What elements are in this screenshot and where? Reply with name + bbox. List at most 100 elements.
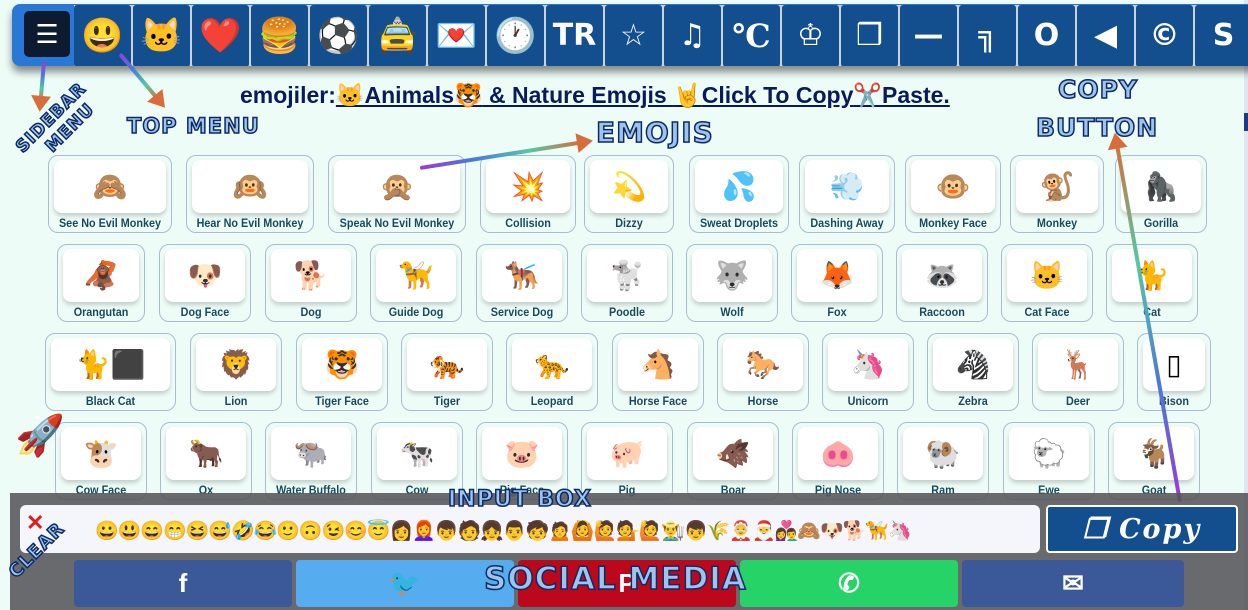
emoji-glyph[interactable]: 🦧 [63,249,139,302]
emoji-glyph[interactable]: 🙊 [334,160,460,213]
emoji-card[interactable]: 🐵 Monkey Face [905,155,1001,233]
emoji-card[interactable]: 🐕 Dog [265,244,357,322]
emoji-card[interactable]: 🐺 Wolf [686,244,778,322]
top-menu-item-box[interactable]: ❒ [841,5,898,66]
top-menu-item-objects[interactable]: 💌 [428,5,485,66]
emoji-glyph[interactable]: 💨 [805,160,889,213]
scrollbar-thumb[interactable] [1244,113,1248,131]
category-link[interactable]: 🐱Animals🐯 & Nature Emojis 🤘Click To Copy… [336,82,950,108]
emoji-card[interactable]: 🐎 Horse [717,333,809,411]
emoji-glyph[interactable]: 🐖 [587,427,667,480]
emoji-card[interactable]: 🐖 Pig [581,422,673,500]
top-menu-item-triangle[interactable]: ◀ [1077,5,1134,66]
share-email-button[interactable]: ✉ [962,560,1184,607]
emoji-glyph[interactable]: 🐗 [693,427,773,480]
top-menu-item-flags[interactable]: TR [546,5,603,66]
emoji-card[interactable]: 🦄 Unicorn [822,333,914,411]
emoji-card[interactable]: 🦌 Deer [1032,333,1124,411]
emoji-card[interactable]: 🐽 Pig Nose [792,422,884,500]
top-menu-item-food[interactable]: 🍔 [251,5,308,66]
share-twitter-button[interactable]: 🐦 [296,560,514,607]
top-menu-item-corner[interactable]: ╗ [959,5,1016,66]
emoji-glyph[interactable]: 🐐 [1114,427,1194,480]
top-menu-item-more[interactable]: S [1195,5,1248,66]
emoji-card[interactable]: 🐂 Ox [160,422,252,500]
emoji-card[interactable]: 🐏 Ram [897,422,989,500]
emoji-glyph[interactable]: 🐄 [377,427,457,480]
emoji-card[interactable]: 💦 Sweat Droplets [689,155,789,233]
emoji-glyph[interactable]: 🐱 [1007,249,1087,302]
emoji-card[interactable]: 🐃 Water Buffalo [265,422,357,500]
emoji-glyph[interactable]: 🐆 [512,338,592,391]
emoji-glyph[interactable]: 🐽 [798,427,878,480]
emoji-card[interactable]: 🦓 Zebra [927,333,1019,411]
emoji-glyph[interactable]: 🐺 [692,249,772,302]
emoji-glyph[interactable]: 🦍 [1121,160,1201,213]
top-menu-item-heart[interactable]: ❤️ [192,5,249,66]
emoji-glyph[interactable]: 🐃 [271,427,351,480]
emoji-card[interactable]: 🙊 Speak No Evil Monkey [328,155,466,233]
emoji-card[interactable]: 🐑 Ewe [1003,422,1095,500]
emoji-card[interactable]: 🐕‍🦺 Service Dog [476,244,568,322]
emoji-glyph[interactable]: 🙉 [192,160,308,213]
top-menu-item-celsius[interactable]: ℃ [723,5,780,66]
top-menu-item-clock[interactable]: 🕐 [487,5,544,66]
emoji-glyph[interactable]: 🐕‍🦺 [482,249,562,302]
emoji-card[interactable]: 🐅 Tiger [401,333,493,411]
emoji-card[interactable]: 🦮 Guide Dog [370,244,462,322]
emoji-glyph[interactable]: 💫 [590,160,668,213]
emoji-glyph[interactable]: 🐂 [166,427,246,480]
emoji-card[interactable]: 🐯 Tiger Face [296,333,388,411]
emoji-glyph[interactable]: 🐮 [61,427,141,480]
top-menu-item-chess[interactable]: ♔ [782,5,839,66]
emoji-input-value[interactable]: 😀😃😄😁😆😅🤣😂🙂🙃😉😊😇👩👩‍🦰👦🧑👧👨🧒🙍🙆🙋💁🙋👨‍🌾👦🌾🤶🎅👩‍❤️‍👨… [95,519,912,543]
emoji-card[interactable]: 🦁 Lion [190,333,282,411]
emoji-glyph[interactable]: 🦮 [376,249,456,302]
emoji-glyph[interactable]: 🐶 [165,249,245,302]
emoji-glyph[interactable]: 🦓 [933,338,1013,391]
top-menu-item-copyright[interactable]: © [1136,5,1193,66]
copy-button[interactable]: ❐ Copy [1046,505,1238,553]
emoji-card[interactable]: 🐱 Cat Face [1001,244,1093,322]
emoji-glyph[interactable]: 🐏 [903,427,983,480]
emoji-card[interactable]: 🐐 Goat [1108,422,1200,500]
emoji-glyph[interactable]: 🐈 [1112,249,1192,302]
emoji-card[interactable]: 🐆 Leopard [506,333,598,411]
emoji-glyph[interactable]: 🦊 [797,249,877,302]
emoji-card[interactable]: 🐈⬛ Black Cat [45,333,176,411]
emoji-glyph[interactable]: 🦄 [828,338,908,391]
emoji-glyph[interactable]: 🐎 [723,338,803,391]
emoji-card[interactable]: 🐶 Dog Face [159,244,251,322]
emoji-glyph[interactable]: 🐷 [482,427,562,480]
sidebar-menu-button[interactable]: ☰ [24,11,70,57]
scroll-top-rocket-icon[interactable]: 🚀 [15,412,65,459]
emoji-glyph[interactable]: 🦝 [902,249,982,302]
emoji-card[interactable]: 🙈 See No Evil Monkey [48,155,172,233]
emoji-glyph[interactable]: 🐯 [302,338,382,391]
top-menu-item-animals[interactable]: 🐱 [133,5,190,66]
share-whatsapp-button[interactable]: ✆ [740,560,958,607]
emoji-card[interactable]: ▯ Bison [1137,333,1211,411]
emoji-glyph[interactable]: 🐕 [271,249,351,302]
emoji-card[interactable]: 🙉 Hear No Evil Monkey [186,155,314,233]
emoji-card[interactable]: 💥 Collision [480,155,576,233]
emoji-card[interactable]: 🐈 Cat [1106,244,1198,322]
emoji-glyph[interactable]: 🐒 [1016,160,1098,213]
emoji-glyph[interactable]: 🐩 [587,249,667,302]
emoji-glyph[interactable]: 🐅 [407,338,487,391]
emoji-glyph[interactable]: 🐈⬛ [51,338,170,391]
emoji-glyph[interactable]: 🐴 [618,338,698,391]
emoji-card[interactable]: 🦊 Fox [791,244,883,322]
top-menu-item-line[interactable]: — [900,5,957,66]
emoji-card[interactable]: 🐗 Boar [687,422,779,500]
emoji-glyph[interactable]: 🦌 [1038,338,1118,391]
emoji-glyph[interactable]: 🐑 [1009,427,1089,480]
emoji-card[interactable]: 🦝 Raccoon [896,244,988,322]
top-menu-item-travel[interactable]: 🚖 [369,5,426,66]
top-menu-item-circle[interactable]: O [1018,5,1075,66]
emoji-card[interactable]: 🦧 Orangutan [57,244,145,322]
emoji-card[interactable]: 💫 Dizzy [584,155,674,233]
top-menu-item-activity[interactable]: ⚽ [310,5,367,66]
emoji-glyph[interactable]: 🙈 [54,160,166,213]
emoji-glyph[interactable]: 💥 [486,160,570,213]
